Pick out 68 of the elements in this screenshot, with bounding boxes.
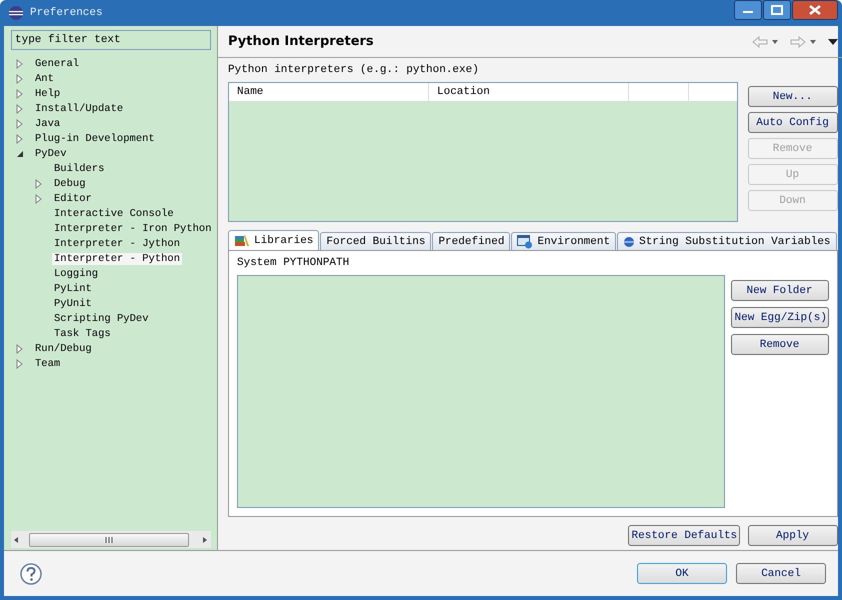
ok-button[interactable]: OK [637, 563, 727, 584]
eclipse-icon [8, 5, 24, 21]
column-header[interactable]: Name [229, 83, 429, 101]
tree-item[interactable]: Editor [52, 192, 94, 204]
close-icon [809, 5, 821, 15]
tree-item[interactable]: PyLint [52, 282, 94, 294]
tree-item[interactable]: PyUnit [52, 298, 94, 310]
interpreter-button[interactable]: New... [748, 86, 838, 107]
tree-item[interactable]: Run/Debug [33, 342, 94, 354]
filter-field[interactable]: type filter text [11, 30, 211, 50]
dot-icon [623, 236, 636, 248]
maximize-icon [771, 5, 783, 15]
tab[interactable]: Predefined [432, 232, 510, 250]
interpreters-label: Python interpreters (e.g.: python.exe) [228, 64, 479, 78]
expand-icon[interactable] [15, 358, 25, 368]
tree-item[interactable]: Interpreter - Jython [52, 238, 182, 250]
tree-item[interactable]: Team [33, 358, 62, 370]
horizontal-scrollbar[interactable] [11, 531, 211, 548]
library-button[interactable]: New Folder [730, 280, 829, 301]
maximize-button[interactable] [763, 0, 791, 20]
cancel-button[interactable]: Cancel [736, 563, 826, 584]
restore-defaults-button[interactable]: Restore Defaults [628, 525, 740, 546]
tree-item[interactable]: Help [33, 88, 62, 100]
tab[interactable]: Forced Builtins [320, 232, 432, 250]
interpreter-button[interactable]: Auto Config [748, 112, 838, 133]
expand-icon[interactable] [15, 74, 25, 84]
window-title: Preferences [30, 7, 103, 19]
tree-item[interactable]: General [33, 58, 82, 70]
expand-icon[interactable] [15, 58, 25, 68]
tree-item[interactable]: Scripting PyDev [52, 312, 151, 324]
tree-item[interactable]: Install/Update [33, 102, 126, 114]
library-button[interactable]: Remove [730, 334, 829, 355]
expand-icon[interactable] [15, 344, 25, 354]
expand-icon[interactable] [34, 194, 44, 204]
expand-icon[interactable] [15, 118, 25, 128]
tree-item[interactable]: Debug [52, 178, 88, 190]
tab[interactable]: Environment [511, 232, 616, 250]
tree-item[interactable]: Task Tags [52, 328, 113, 340]
expand-icon[interactable] [15, 134, 25, 144]
menu-icon[interactable] [828, 38, 838, 44]
back-icon[interactable] [752, 36, 780, 48]
tab[interactable]: Libraries [228, 230, 320, 250]
tab[interactable]: String Substitution Variables [617, 232, 837, 250]
tree-item[interactable]: Plug-in Development [33, 132, 157, 144]
tree-item[interactable]: Builders [52, 162, 106, 174]
tree-item[interactable]: PyDev [33, 148, 69, 160]
pythonpath-label: System PYTHONPATH [237, 257, 350, 271]
page-title: Python Interpreters [228, 34, 374, 49]
column-header[interactable]: Location [429, 83, 629, 101]
close-button[interactable] [792, 0, 838, 20]
tree-item[interactable]: Interactive Console [52, 208, 176, 220]
grip-icon [105, 536, 113, 542]
expand-icon[interactable] [15, 88, 25, 98]
tree-item[interactable]: Logging [52, 268, 100, 280]
expand-icon[interactable] [34, 178, 44, 188]
tree-item[interactable]: Interpreter - Python [52, 252, 182, 264]
expand-icon[interactable] [15, 104, 25, 114]
tree-item[interactable]: Interpreter - Iron Python [52, 222, 214, 234]
forward-icon[interactable] [790, 36, 818, 48]
books-icon [234, 234, 250, 247]
tree-item[interactable]: Ant [33, 72, 56, 84]
minimize-button[interactable] [734, 0, 762, 20]
apply-button[interactable]: Apply [748, 525, 838, 546]
window-icon [517, 234, 534, 248]
help-icon[interactable] [20, 562, 42, 584]
collapse-icon[interactable] [15, 148, 25, 158]
tree-item[interactable]: Java [33, 118, 62, 130]
library-button[interactable]: New Egg/Zip(s) [730, 307, 829, 328]
